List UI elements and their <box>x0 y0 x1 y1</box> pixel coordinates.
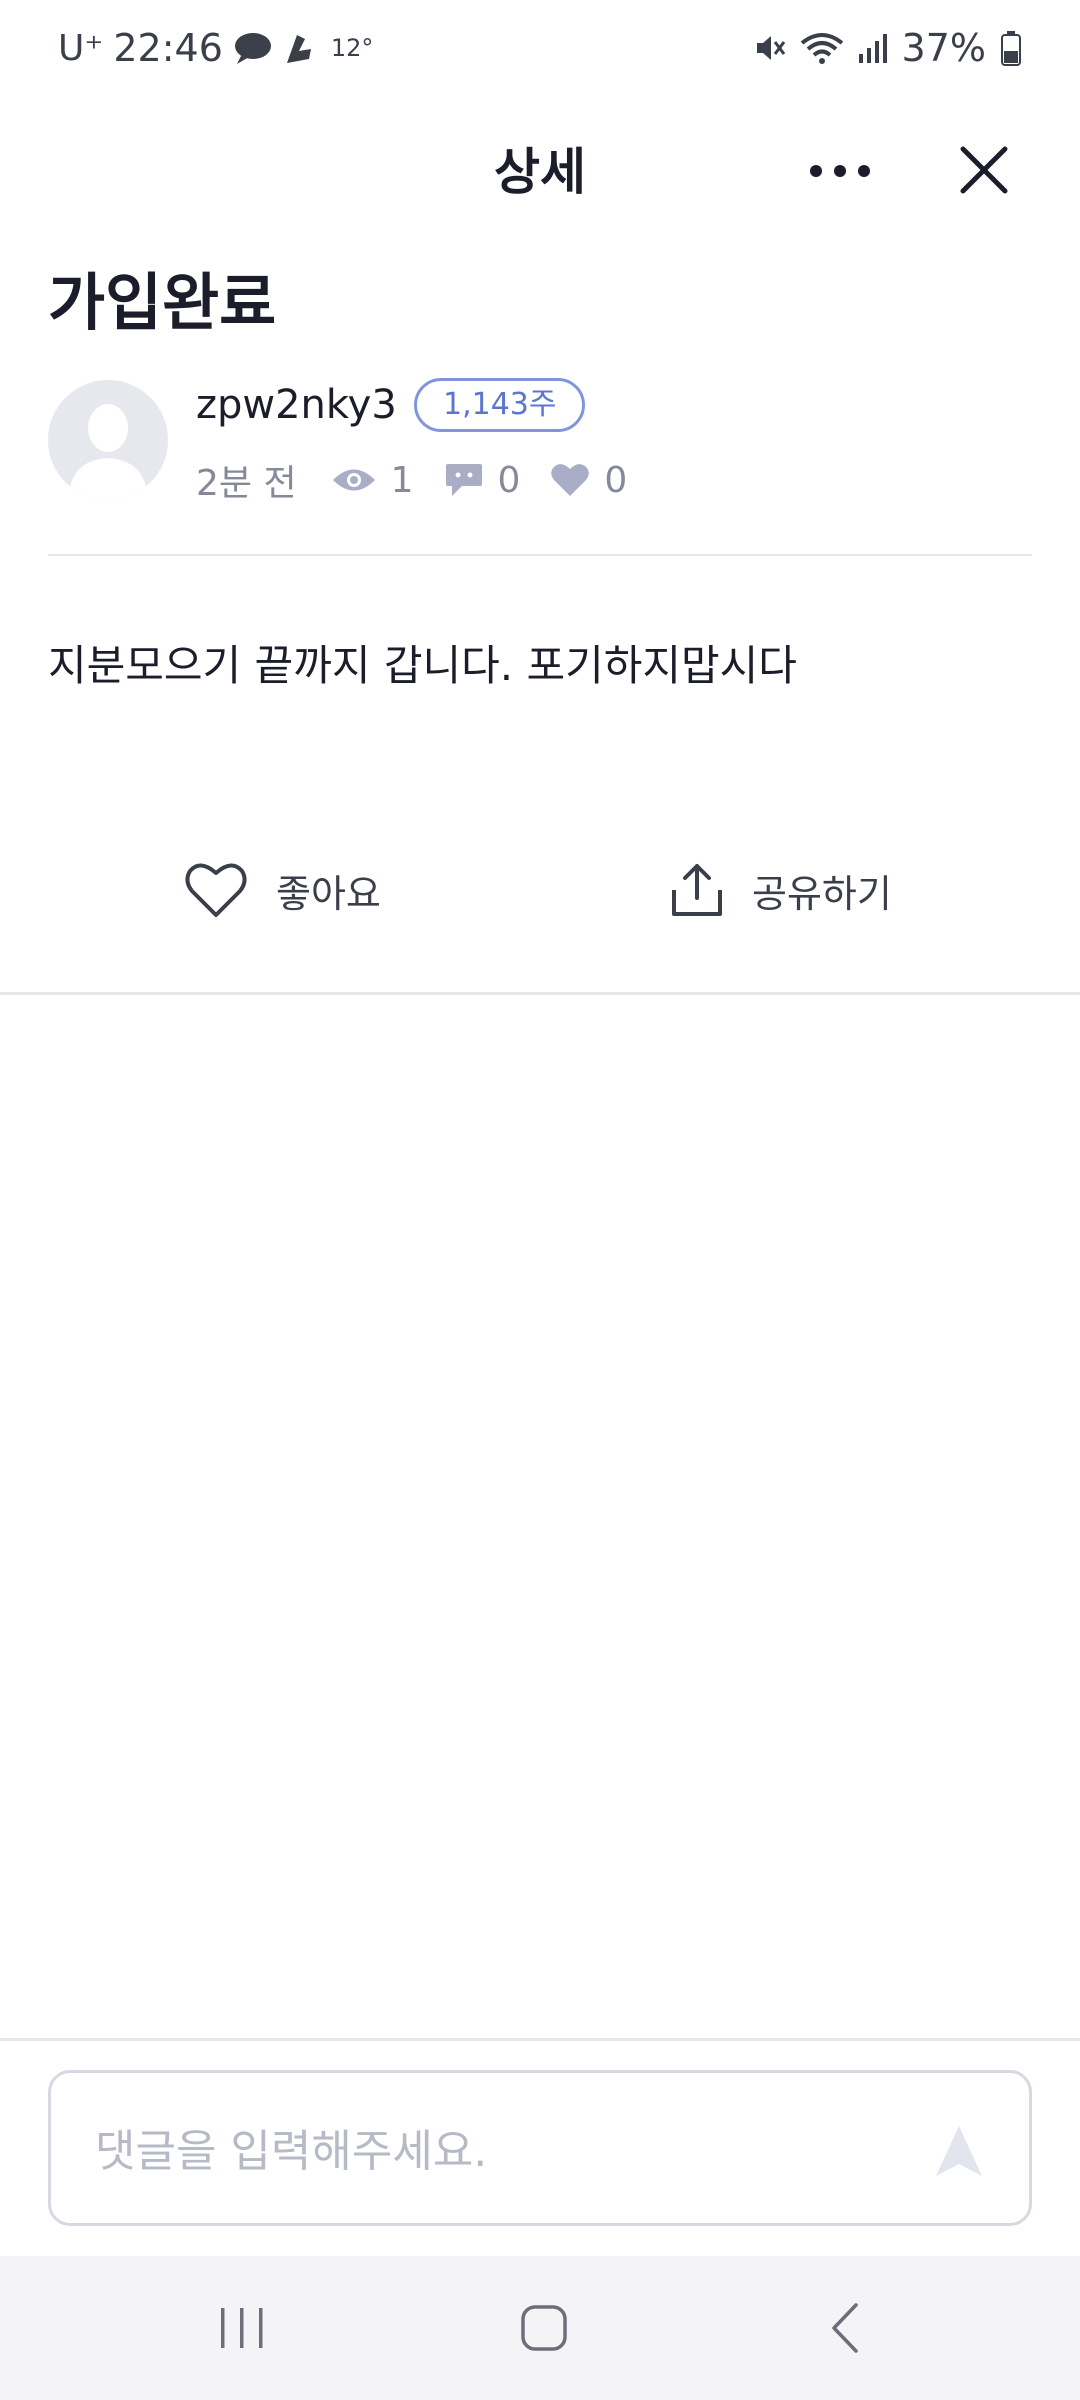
home-button[interactable] <box>504 2296 584 2360</box>
battery-percent: 37% <box>901 26 986 70</box>
share-button-label: 공유하기 <box>752 871 892 916</box>
share-icon <box>672 864 722 916</box>
status-right: 37% <box>754 26 1022 70</box>
post-title: 가입완료 <box>48 266 277 339</box>
default-avatar-icon <box>68 404 148 500</box>
carrier-label: U⁺ <box>58 27 104 69</box>
divider <box>0 992 1080 995</box>
mute-icon <box>754 32 786 64</box>
home-icon <box>521 2305 567 2351</box>
eye-icon <box>332 469 375 491</box>
status-left: U⁺ 22:46 12° <box>58 26 373 70</box>
more-dots-icon <box>810 165 870 177</box>
status-bar: U⁺ 22:46 12° 37% <box>0 0 1080 100</box>
like-count: 0 <box>550 460 627 501</box>
like-count-value: 0 <box>604 459 628 501</box>
heart-icon <box>551 464 590 496</box>
comment-count-value: 0 <box>497 459 521 501</box>
temperature-label: 12° <box>330 34 374 62</box>
author-name[interactable]: zpw2nky3 <box>196 382 397 428</box>
comment-box <box>48 2070 1032 2226</box>
back-button[interactable] <box>806 2296 886 2360</box>
recent-apps-icon <box>221 2308 263 2348</box>
comment-input[interactable] <box>95 2121 895 2181</box>
divider <box>0 2038 1080 2041</box>
recent-apps-button[interactable] <box>202 2296 282 2360</box>
author-avatar[interactable] <box>48 380 168 500</box>
divider <box>48 554 1032 556</box>
chat-notification-icon <box>233 30 273 66</box>
heart-outline-icon <box>185 863 247 917</box>
top-app-bar: 상세 <box>0 110 1080 220</box>
like-button-label: 좋아요 <box>276 871 381 916</box>
wifi-icon <box>800 31 844 65</box>
page-title: 상세 <box>494 143 586 201</box>
clock: 22:46 <box>113 26 223 70</box>
signal-icon <box>858 32 888 64</box>
back-icon <box>832 2303 858 2353</box>
battery-icon <box>1000 30 1022 66</box>
post-detail-screen: U⁺ 22:46 12° 37% 상세 가입완료 zpw2nky3 1,143주… <box>0 0 1080 2400</box>
share-count-badge: 1,143주 <box>414 378 586 432</box>
system-nav-bar <box>0 2256 1080 2400</box>
share-button[interactable]: 공유하기 <box>670 850 892 930</box>
app-notification-icon <box>283 29 317 67</box>
like-button[interactable]: 좋아요 <box>184 850 381 930</box>
post-body: 지분모으기 끝까지 갑니다. 포기하지맙시다 <box>48 641 797 690</box>
send-comment-button[interactable] <box>929 2121 989 2181</box>
post-meta: 2분 전 1 0 0 <box>196 454 657 506</box>
comment-count: 0 <box>444 459 521 501</box>
view-count: 1 <box>331 460 414 501</box>
close-button[interactable] <box>944 130 1024 210</box>
post-time: 2분 전 <box>196 463 297 504</box>
chat-bubble-icon <box>445 464 482 496</box>
view-count-value: 1 <box>390 459 414 501</box>
close-icon <box>960 146 1008 194</box>
more-options-button[interactable] <box>800 146 880 196</box>
send-icon <box>936 2126 982 2176</box>
